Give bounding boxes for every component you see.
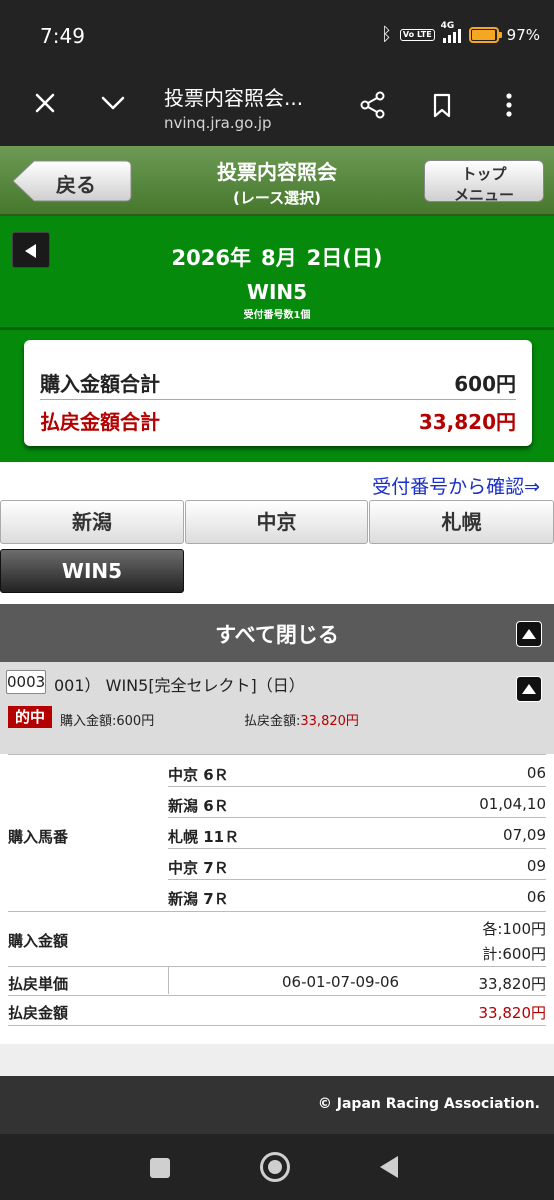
- browser-page-title[interactable]: 投票内容照会...: [164, 82, 303, 111]
- back-button[interactable]: 戻る: [12, 160, 132, 202]
- battery-icon: [468, 26, 502, 43]
- back-icon[interactable]: [380, 1156, 398, 1178]
- payout-total-row: 払戻金額合計 33,820円: [40, 402, 516, 438]
- date-month: 8月: [261, 246, 297, 270]
- payout-total-label: 払戻金額合計: [40, 410, 160, 434]
- page-header: 戻る 投票内容照会 (レース選択) トップ メニュー: [0, 146, 554, 216]
- battery-percent: 97%: [506, 25, 540, 44]
- page-title-sub: (レース選択): [233, 189, 321, 207]
- race-horses: 01,04,10: [479, 795, 546, 813]
- amount-label: 購入金額: [8, 932, 69, 950]
- unit-price-value: 33,820円: [478, 975, 547, 993]
- tab-sapporo[interactable]: 札幌: [369, 500, 554, 544]
- date-year: 2026年: [171, 246, 251, 270]
- page-title: 投票内容照会 (レース選択): [170, 156, 384, 208]
- divider: [8, 754, 546, 755]
- divider: [8, 1025, 546, 1026]
- recents-icon[interactable]: [150, 1158, 170, 1178]
- tab-win5[interactable]: WIN5: [0, 549, 184, 593]
- battery-fill: [471, 29, 495, 40]
- bet-detail-table: 購入馬番 中京 6Ｒ 06 新潟 6Ｒ 01,04,10 札幌 11Ｒ 07,0…: [0, 754, 554, 1044]
- top-menu-label-2: メニュー: [453, 186, 514, 204]
- bet-payout: 払戻金額:33,820円: [244, 710, 359, 729]
- signal-icon: 4G: [441, 21, 461, 43]
- close-all-bar[interactable]: すべて閉じる: [0, 604, 554, 662]
- more-icon[interactable]: [494, 90, 524, 120]
- top-menu-button[interactable]: トップ メニュー: [424, 160, 544, 204]
- bet-payout-value: 33,820円: [300, 714, 359, 729]
- winning-combination: 06-01-07-09-06: [282, 973, 400, 991]
- home-icon[interactable]: [260, 1152, 290, 1182]
- spacer: [0, 1044, 554, 1076]
- payout-value: 33,820円: [478, 1004, 547, 1022]
- totals-box: 購入金額合計 600円 払戻金額合計 33,820円: [24, 340, 532, 446]
- status-icons: ᛒ Vo LTE 4G 97%: [381, 21, 540, 46]
- amount-total: 計:600円: [482, 945, 546, 963]
- divider: [8, 911, 546, 912]
- hit-badge: 的中: [8, 706, 52, 728]
- race-horses: 09: [526, 857, 546, 875]
- divider: [8, 966, 546, 967]
- purchase-total-label: 購入金額合計: [40, 372, 160, 396]
- footer: © Japan Racing Association.: [0, 1076, 554, 1134]
- status-time: 7:49: [40, 24, 85, 48]
- divider: [168, 967, 169, 994]
- race-name: 新潟 6Ｒ: [168, 797, 229, 815]
- bookmark-icon[interactable]: [427, 90, 457, 120]
- divider: [168, 817, 546, 818]
- divider: [168, 879, 546, 880]
- top-menu-label-1: トップ: [461, 165, 507, 183]
- collapse-all-icon[interactable]: [516, 621, 542, 647]
- tab-chukyo[interactable]: 中京: [185, 500, 368, 544]
- browser-url[interactable]: nvinq.jra.go.jp: [164, 114, 272, 132]
- date-band: 2026年 8月 2日(日) WIN5 受付番号数1個: [0, 216, 554, 330]
- divider: [168, 848, 546, 849]
- volte-icon: Vo LTE: [399, 28, 435, 41]
- receipt-number-link[interactable]: 受付番号から確認⇒: [372, 472, 540, 499]
- tab-niigata[interactable]: 新潟: [0, 500, 184, 544]
- divider: [8, 995, 546, 996]
- date-day: 2日(日): [306, 246, 383, 270]
- race-horses: 06: [526, 888, 546, 906]
- network-type: 4G: [440, 20, 455, 31]
- race-name: 新潟 7Ｒ: [168, 890, 229, 908]
- system-nav-bar: [0, 1134, 554, 1200]
- race-horses: 07,09: [503, 826, 546, 844]
- unit-price-label: 払戻単価: [8, 975, 69, 993]
- copyright: © Japan Racing Association.: [317, 1096, 540, 1112]
- back-button-label: 戻る: [56, 173, 96, 197]
- race-date: 2026年 8月 2日(日): [0, 242, 554, 272]
- bet-payout-label: 払戻金額:: [244, 714, 301, 729]
- status-bar: 7:49 ᛒ Vo LTE 4G 97%: [0, 0, 554, 74]
- bet-header: 0003 001） WIN5[完全セレクト]（日） 的中 購入金額:600円 払…: [0, 662, 554, 754]
- bluetooth-icon: ᛒ: [381, 24, 392, 45]
- receipt-number-badge[interactable]: 0003: [6, 670, 46, 694]
- race-name: 札幌 11Ｒ: [168, 828, 240, 846]
- collapse-bet-icon[interactable]: [516, 676, 542, 702]
- horses-label: 購入馬番: [8, 828, 69, 846]
- amount-each: 各:100円: [482, 920, 546, 938]
- browser-toolbar: 投票内容照会... nvinq.jra.go.jp: [0, 74, 554, 146]
- race-name: 中京 6Ｒ: [168, 766, 229, 784]
- page-title-main: 投票内容照会: [217, 160, 337, 184]
- close-icon[interactable]: [30, 88, 60, 118]
- bet-name: 001） WIN5[完全セレクト]（日）: [54, 676, 305, 695]
- divider: [168, 786, 546, 787]
- bet-purchase-amount: 購入金額:600円: [60, 714, 155, 729]
- receipt-count: 受付番号数1個: [243, 310, 311, 321]
- bet-type-title: WIN5: [246, 280, 308, 304]
- chevron-down-icon[interactable]: [98, 88, 128, 118]
- race-name: 中京 7Ｒ: [168, 859, 229, 877]
- purchase-total-value: 600円: [454, 372, 516, 396]
- payout-label: 払戻金額: [8, 1004, 69, 1022]
- totals-area: 購入金額合計 600円 払戻金額合計 33,820円: [0, 330, 554, 462]
- payout-total-value: 33,820円: [418, 410, 516, 434]
- race-horses: 06: [526, 764, 546, 782]
- close-all-label: すべて閉じる: [215, 623, 339, 647]
- purchase-total-row: 購入金額合計 600円: [40, 364, 516, 400]
- share-icon[interactable]: [358, 90, 388, 120]
